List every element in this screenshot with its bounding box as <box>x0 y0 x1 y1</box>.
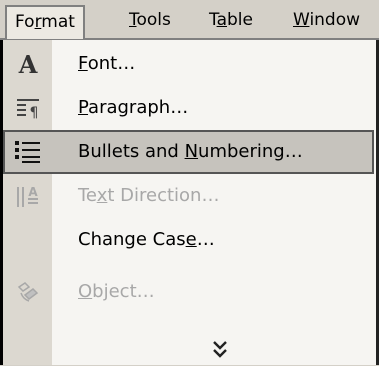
menu-item-change-case-label-post: … <box>196 229 215 250</box>
menu-item-change-case[interactable]: Change Case… <box>3 218 375 262</box>
menu-item-object-label: Object… <box>78 270 155 314</box>
menu-item-bullets-numbering-label-mnemonic: N <box>184 141 199 162</box>
menu-bar: Format Tools Table Window <box>0 0 379 40</box>
menu-item-font-label-post: ont… <box>87 53 136 74</box>
menu-table-label-mnemonic: a <box>216 10 227 30</box>
menu-item-text-direction-label-pre: Te <box>78 185 97 206</box>
font-icon: A <box>3 42 52 86</box>
format-dropdown-menu: A Font… ¶ Paragraph… Bullets and Numberi… <box>0 38 379 365</box>
menu-item-object[interactable]: Object… <box>3 270 375 314</box>
menu-item-change-case-label-mnemonic: e <box>185 229 197 250</box>
svg-text:A: A <box>17 51 37 77</box>
menu-item-paragraph-label-mnemonic: P <box>78 97 89 118</box>
menu-item-text-direction[interactable]: A Text Direction… <box>3 174 375 218</box>
menu-table-label-post: ble <box>227 10 253 30</box>
menu-format[interactable]: Format <box>5 5 85 39</box>
menu-item-font-label-mnemonic: F <box>78 53 88 74</box>
menu-table-label-pre: T <box>209 10 217 30</box>
menu-tools-label-post: ools <box>136 10 171 30</box>
menu-item-object-label-post: bject… <box>92 281 155 302</box>
menu-tools[interactable]: Tools <box>121 5 179 39</box>
double-chevron-down-icon[interactable] <box>210 338 230 362</box>
menu-window[interactable]: Window <box>285 5 368 39</box>
menu-item-bullets-numbering-label: Bullets and Numbering… <box>78 130 303 174</box>
change-case-icon-slot <box>3 218 52 262</box>
menu-format-label-pre: Fo <box>15 12 35 32</box>
menu-item-change-case-label-pre: Change Cas <box>78 229 186 250</box>
svg-text:A: A <box>28 185 38 199</box>
menu-item-paragraph-label-post: aragraph… <box>88 97 189 118</box>
menu-window-label-post: indow <box>309 10 361 30</box>
bullets-numbering-icon <box>3 130 52 174</box>
svg-text:¶: ¶ <box>29 105 38 120</box>
menu-item-bullets-numbering[interactable]: Bullets and Numbering… <box>3 130 374 174</box>
text-direction-icon: A <box>3 174 52 218</box>
menu-item-bullets-numbering-label-post: umbering… <box>198 141 303 162</box>
menu-window-label-mnemonic: W <box>293 10 310 30</box>
menu-item-text-direction-label-post: t Direction… <box>107 185 220 206</box>
menu-format-label-post: mat <box>41 12 75 32</box>
object-icon <box>3 270 52 314</box>
menu-item-paragraph[interactable]: ¶ Paragraph… <box>3 86 375 130</box>
menu-item-paragraph-label: Paragraph… <box>78 86 188 130</box>
menu-item-font[interactable]: A Font… <box>3 42 375 86</box>
menu-item-bullets-numbering-label-pre: Bullets and <box>78 141 185 162</box>
menu-item-text-direction-label-mnemonic: x <box>96 185 108 206</box>
menu-tools-label-mnemonic: T <box>129 10 137 30</box>
menu-item-font-label: Font… <box>78 42 135 86</box>
menu-item-change-case-label: Change Case… <box>78 218 215 262</box>
menu-item-text-direction-label: Text Direction… <box>78 174 219 218</box>
paragraph-icon: ¶ <box>3 86 52 130</box>
menu-table[interactable]: Table <box>201 5 261 39</box>
menu-item-object-label-mnemonic: O <box>78 281 93 302</box>
